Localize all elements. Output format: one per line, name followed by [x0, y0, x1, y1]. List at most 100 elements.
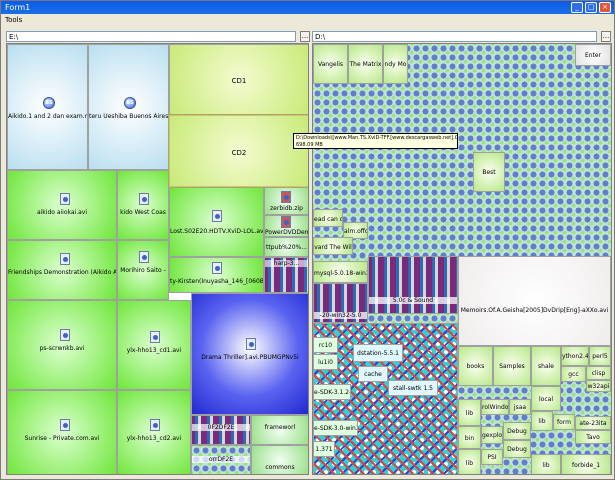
left-path-input[interactable]	[6, 31, 296, 42]
right-treemap[interactable]: Vangelis The Matrix ndy Mo Enter Best ea…	[312, 43, 612, 475]
tile-label: Samples	[499, 363, 525, 370]
tile-label: lib	[465, 410, 474, 417]
treemap-tile[interactable]: shale	[531, 346, 561, 386]
treemap-tile[interactable]: BS Aikido.1 and 2 dan exam.mpg	[7, 44, 88, 170]
treemap-tile[interactable]: 0F2DF2E	[191, 415, 251, 445]
right-browse-button[interactable]: ...	[601, 31, 611, 42]
treemap-tile[interactable]: rolWindo	[481, 399, 509, 415]
treemap-tile[interactable]: CD2	[169, 115, 308, 187]
treemap-tile[interactable]: vard The Wil	[313, 237, 353, 255]
treemap-tile[interactable]: ty-Kirsten(Inuyasha_146_[060B74CF]	[169, 257, 264, 293]
right-path-row: ...	[312, 31, 612, 42]
video-file-icon	[246, 338, 256, 350]
treemap-tile[interactable]: Friendships Demonstration (Aikido And Ko…	[7, 240, 117, 300]
main-window: Form1 _ □ × Tools ... ... BS Aikido.1 an…	[0, 0, 615, 480]
treemap-tile[interactable]: The Matrix	[348, 44, 383, 84]
tile-label: zerbidb.zip	[270, 205, 303, 212]
file-icon: BS	[43, 97, 55, 109]
tile-label: PowerDVDDemo.zip	[265, 229, 308, 236]
tooltip: D:\Downloads\[www.Man.TS.XviD-TFF.[www.d…	[293, 133, 458, 149]
treemap-tile[interactable]: form	[553, 414, 575, 430]
tile-label: perl5	[592, 353, 608, 360]
treemap-tile[interactable]: -20-win32-5.0	[313, 283, 368, 323]
treemap-tile[interactable]: Tavo	[575, 430, 611, 444]
treemap-tile[interactable]: Enter	[575, 44, 611, 66]
treemap-tile[interactable]: jsaa	[509, 399, 531, 415]
tile-label: Debug	[507, 446, 527, 453]
tile-label: ython2.4	[562, 353, 588, 360]
treemap-tile[interactable]: Lost.S02E20.HDTV.XviD-LOL.avi	[169, 187, 264, 257]
treemap-tile[interactable]: ps-scrwnkb.avi	[7, 300, 117, 390]
tile-label: stall-swtk 1.5	[393, 385, 433, 392]
treemap-tile[interactable]: orrDF2E	[191, 445, 251, 474]
treemap-tile[interactable]: CD1	[169, 44, 308, 115]
tile-label: rolWindo	[482, 404, 508, 411]
tile-label: teru Ueshiba Buenos Aires	[89, 113, 168, 120]
treemap-tile[interactable]: local	[531, 386, 561, 411]
treemap-tile[interactable]: stall-swtk 1.5	[388, 380, 438, 396]
treemap-tile[interactable]: forbide_1	[561, 454, 611, 474]
treemap-tile[interactable]: Samples	[493, 346, 531, 386]
treemap-tile[interactable]: frameworl	[251, 415, 308, 445]
treemap-tile[interactable]: lib	[458, 399, 481, 426]
treemap-tile[interactable]: e-SDK-3.0-win32	[313, 420, 358, 436]
treemap-tile[interactable]: zerbidb.zip	[264, 187, 308, 215]
video-file-icon	[60, 329, 70, 341]
treemap-tile[interactable]: bin	[458, 426, 481, 449]
left-treemap[interactable]: BS Aikido.1 and 2 dan exam.mpg BS teru U…	[6, 43, 309, 475]
treemap-tile[interactable]: ttpub%20%...	[264, 237, 308, 257]
treemap-tile[interactable]: PSI	[481, 449, 503, 465]
treemap-tile[interactable]: Morihiro Saito -	[117, 240, 169, 300]
treemap-tile[interactable]: Sunrise - Private.com.avi	[7, 390, 117, 474]
video-file-icon	[139, 251, 149, 263]
treemap-tile[interactable]: kido West Coas	[117, 170, 169, 240]
treemap-tile[interactable]: harp-3...	[264, 257, 308, 293]
treemap-tile[interactable]: 5.0c & Sound	[368, 256, 458, 314]
treemap-tile[interactable]: e-SDK-3.1.2-win	[313, 384, 351, 400]
right-path-input[interactable]	[312, 31, 597, 42]
treemap-tile[interactable]: 1.371	[313, 441, 335, 457]
treemap-tile[interactable]: PowerDVDDemo.zip	[264, 215, 308, 237]
minimize-button[interactable]: _	[571, 2, 583, 13]
treemap-tile[interactable]: perl5	[589, 346, 611, 366]
treemap-tile[interactable]: mysql-5.0.18-win32	[313, 261, 368, 283]
treemap-tile[interactable]: gcc	[561, 366, 586, 382]
treemap-tile[interactable]: books	[458, 346, 493, 386]
treemap-tile[interactable]: clisp	[586, 366, 611, 380]
treemap-tile[interactable]: cache	[358, 366, 388, 382]
treemap-tile[interactable]: Debug	[503, 440, 531, 458]
treemap-tile[interactable]: Memoirs.Of.A.Geisha[2005]DvDrip[Eng]-aXX…	[458, 256, 611, 346]
treemap-tile[interactable]: lib	[531, 454, 561, 474]
treemap-tile[interactable]: commons	[251, 445, 308, 474]
treemap-tile[interactable]: Best	[473, 152, 505, 192]
treemap-tile[interactable]: ead can dan	[313, 209, 343, 227]
tile-label: lu1i0	[318, 359, 333, 366]
video-file-icon	[150, 419, 160, 431]
tile-label: Enter	[584, 52, 602, 59]
treemap-tile[interactable]: lib	[458, 449, 481, 474]
treemap-tile[interactable]: ylx-hho13_cd2.avi	[117, 390, 191, 474]
treemap-tile[interactable]: ylx-hho13_cd1.avi	[117, 300, 191, 390]
video-file-icon	[150, 331, 160, 343]
treemap-tile[interactable]: gexploi	[481, 426, 503, 444]
treemap-tile[interactable]: Drama Thriller].avi.PBUMGPNv5i	[191, 293, 308, 415]
tile-label: local	[539, 396, 553, 403]
treemap-tile[interactable]: lib	[531, 411, 553, 431]
menu-tools[interactable]: Tools	[5, 16, 22, 24]
treemap-tile[interactable]: aikido aiiokai.avi	[7, 170, 117, 240]
treemap-tile[interactable]: w32api	[586, 380, 611, 392]
tile-label: Best	[482, 169, 496, 176]
treemap-tile[interactable]: rc10	[313, 337, 338, 353]
tile-label: Debug	[507, 428, 527, 435]
treemap-tile[interactable]: BS teru Ueshiba Buenos Aires	[88, 44, 169, 170]
treemap-tile[interactable]: Vangelis	[313, 44, 348, 84]
maximize-button[interactable]: □	[585, 2, 597, 13]
treemap-tile[interactable]: ate-23ita	[575, 416, 611, 430]
treemap-tile[interactable]: ython2.4	[561, 346, 589, 366]
treemap-tile[interactable]: dstation-5.5.1	[353, 344, 403, 362]
left-browse-button[interactable]: ...	[300, 31, 310, 42]
treemap-tile[interactable]: Debug	[503, 422, 531, 440]
treemap-tile[interactable]: ndy Mo	[383, 44, 408, 84]
treemap-tile[interactable]: lu1i0	[313, 354, 338, 370]
close-button[interactable]: ×	[599, 2, 611, 13]
